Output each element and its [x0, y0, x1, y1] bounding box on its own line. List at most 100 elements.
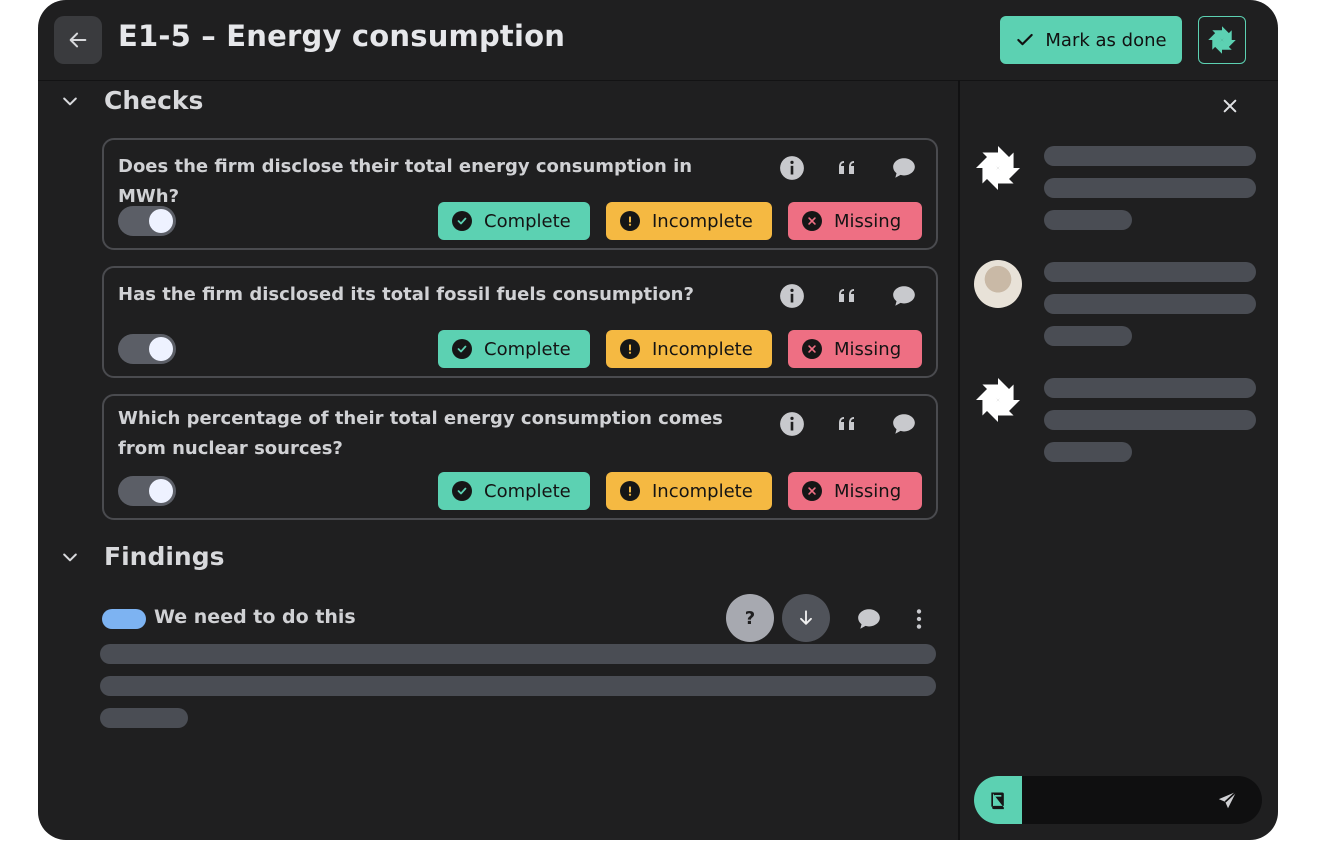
missing-label: Missing — [834, 338, 902, 360]
complete-label: Complete — [484, 338, 571, 360]
status-buttons: Complete Incomplete Missing — [438, 330, 922, 368]
comment-icon[interactable] — [856, 606, 882, 632]
skeleton-line — [1044, 146, 1256, 166]
check-question: Which percentage of their total energy c… — [118, 408, 723, 459]
complete-button[interactable]: Complete — [438, 202, 590, 240]
missing-button[interactable]: Missing — [788, 472, 922, 510]
skeleton-line — [1044, 410, 1256, 430]
pinwheel-logo-icon — [1208, 26, 1236, 54]
chevron-down-icon[interactable] — [60, 91, 80, 111]
message-composer — [974, 776, 1262, 824]
user-avatar — [974, 260, 1022, 308]
back-button[interactable] — [54, 16, 102, 64]
missing-button[interactable]: Missing — [788, 330, 922, 368]
skeleton-line — [1044, 326, 1132, 346]
skeleton-line — [1044, 210, 1132, 230]
page-title: E1-5 – Energy consumption — [118, 19, 566, 53]
check-actions — [778, 282, 918, 310]
check-card: Has the firm disclosed its total fossil … — [102, 266, 938, 378]
close-icon — [1223, 99, 1237, 113]
book-button[interactable] — [974, 776, 1022, 824]
checks-section-header[interactable]: Checks — [38, 86, 203, 115]
arrow-down-icon — [800, 610, 812, 625]
help-button[interactable]: ? — [726, 594, 774, 642]
chevron-down-icon[interactable] — [60, 547, 80, 567]
missing-button[interactable]: Missing — [788, 202, 922, 240]
message-input[interactable] — [1030, 784, 1204, 818]
header: E1-5 – Energy consumption Mark as done — [38, 0, 1278, 81]
close-panel-button[interactable] — [1218, 94, 1242, 118]
logo-button[interactable] — [1198, 16, 1246, 64]
skeleton-line — [1044, 378, 1256, 398]
skeleton-line — [1044, 294, 1256, 314]
exclamation-circle-icon — [620, 211, 640, 231]
complete-button[interactable]: Complete — [438, 472, 590, 510]
toggle-knob — [149, 337, 173, 361]
finding-label: We need to do this — [154, 606, 356, 628]
skeleton-line — [100, 708, 188, 728]
exclamation-circle-icon — [620, 339, 640, 359]
app-window: E1-5 – Energy consumption Mark as done C… — [38, 0, 1278, 840]
skeleton-line — [1044, 442, 1132, 462]
incomplete-button[interactable]: Incomplete — [606, 472, 772, 510]
toggle-knob — [149, 209, 173, 233]
check-card: Which percentage of their total energy c… — [102, 394, 938, 520]
x-circle-icon — [802, 211, 822, 231]
check-question: Has the firm disclosed its total fossil … — [118, 284, 694, 305]
check-circle-icon — [452, 481, 472, 501]
arrow-left-icon — [69, 32, 87, 48]
quote-icon[interactable] — [834, 282, 862, 310]
check-circle-icon — [452, 211, 472, 231]
toggle-knob — [149, 479, 173, 503]
incomplete-label: Incomplete — [652, 480, 753, 502]
check-toggle[interactable] — [118, 206, 176, 236]
info-icon[interactable] — [778, 410, 806, 438]
panel-divider — [958, 80, 960, 840]
skeleton-line — [100, 676, 936, 696]
checks-section-title: Checks — [104, 86, 204, 115]
info-icon[interactable] — [778, 282, 806, 310]
x-circle-icon — [802, 339, 822, 359]
send-icon — [1218, 791, 1237, 809]
missing-label: Missing — [834, 480, 902, 502]
pinwheel-avatar-icon — [976, 146, 1020, 190]
checkmark-icon — [1017, 33, 1034, 46]
check-toggle[interactable] — [118, 334, 176, 364]
send-button[interactable] — [1214, 786, 1242, 814]
mark-as-done-label: Mark as done — [1045, 29, 1167, 51]
comment-icon[interactable] — [890, 154, 918, 182]
incomplete-label: Incomplete — [652, 338, 753, 360]
help-label: ? — [744, 607, 756, 629]
quote-icon[interactable] — [834, 154, 862, 182]
check-toggle[interactable] — [118, 476, 176, 506]
check-card: Does the firm disclose their total energ… — [102, 138, 938, 250]
findings-section-title: Findings — [104, 542, 225, 571]
skeleton-line — [100, 644, 936, 664]
status-buttons: Complete Incomplete Missing — [438, 472, 922, 510]
findings-section-header[interactable]: Findings — [38, 542, 224, 571]
comment-icon[interactable] — [890, 282, 918, 310]
complete-label: Complete — [484, 480, 571, 502]
x-circle-icon — [802, 481, 822, 501]
arrow-down-button[interactable] — [782, 594, 830, 642]
incomplete-button[interactable]: Incomplete — [606, 330, 772, 368]
complete-label: Complete — [484, 210, 571, 232]
missing-label: Missing — [834, 210, 902, 232]
more-vertical-icon[interactable] — [906, 606, 932, 632]
skeleton-line — [1044, 178, 1256, 198]
quote-icon[interactable] — [834, 410, 862, 438]
skeleton-line — [1044, 262, 1256, 282]
finding-tag[interactable] — [102, 609, 146, 629]
status-buttons: Complete Incomplete Missing — [438, 202, 922, 240]
finding-item: We need to do this ? — [102, 594, 932, 642]
incomplete-label: Incomplete — [652, 210, 753, 232]
book-icon — [991, 792, 1004, 810]
comment-icon[interactable] — [890, 410, 918, 438]
check-actions — [778, 410, 918, 438]
exclamation-circle-icon — [620, 481, 640, 501]
incomplete-button[interactable]: Incomplete — [606, 202, 772, 240]
mark-as-done-button[interactable]: Mark as done — [1000, 16, 1182, 64]
check-circle-icon — [452, 339, 472, 359]
info-icon[interactable] — [778, 154, 806, 182]
complete-button[interactable]: Complete — [438, 330, 590, 368]
